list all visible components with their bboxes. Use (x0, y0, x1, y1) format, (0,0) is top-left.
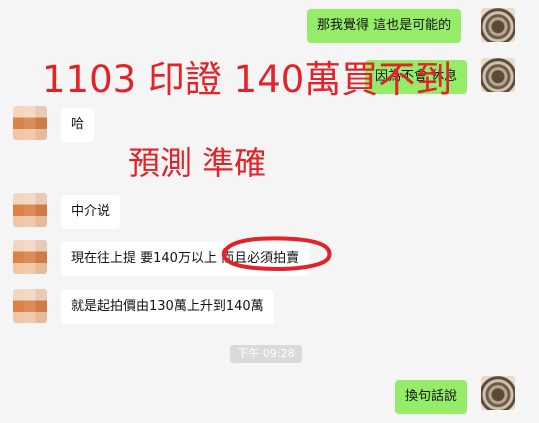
timestamp: 下午 09:28 (230, 345, 302, 363)
message-bubble[interactable]: 就是起拍價由130萬上升到140萬 (61, 290, 274, 324)
message-text: 就是起拍價由130萬上升到140萬 (71, 299, 264, 314)
avatar (481, 8, 515, 42)
message-text: 哈 (71, 117, 85, 132)
avatar (13, 106, 47, 140)
highlight-circle (221, 236, 332, 271)
message-text: 換句話說 (405, 389, 458, 404)
avatar (481, 376, 515, 410)
message-text: 中介说 (71, 204, 111, 219)
annotation-line-2: 預測 準確 (128, 144, 267, 182)
message-bubble[interactable]: 那我覺得 這也是可能的 (307, 9, 462, 43)
message-bubble[interactable]: 哈 (61, 108, 95, 142)
avatar (13, 240, 47, 274)
message-text: 那我覺得 這也是可能的 (317, 18, 452, 33)
avatar (481, 58, 515, 92)
annotation-line-1: 1103 印證 140萬買不到 (42, 58, 453, 101)
avatar (13, 193, 47, 227)
avatar (13, 289, 47, 323)
message-bubble[interactable]: 換句話說 (395, 380, 468, 414)
message-bubble[interactable]: 中介说 (61, 195, 121, 229)
